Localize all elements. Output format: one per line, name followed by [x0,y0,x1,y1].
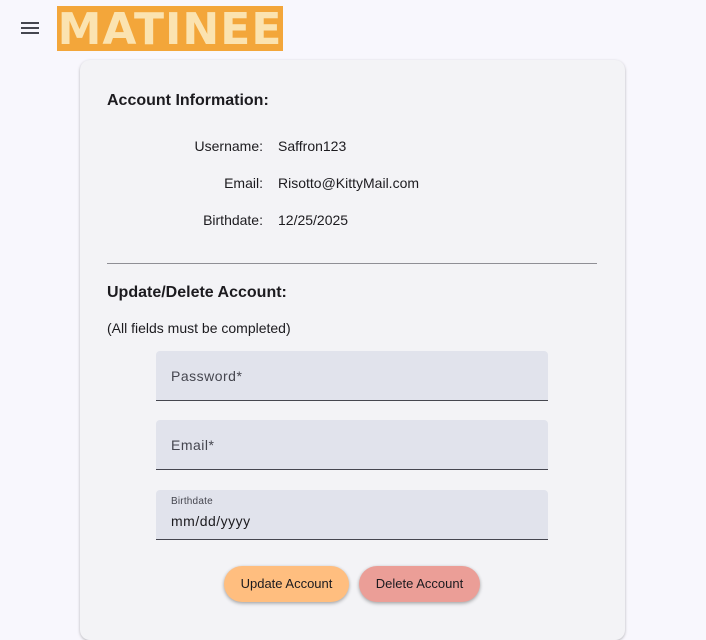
account-information-title: Account Information: [107,92,269,109]
required-fields-note: (All fields must be completed) [107,320,291,336]
email-input[interactable] [156,420,548,469]
hamburger-menu-icon [21,22,39,34]
password-field[interactable] [156,351,548,401]
email-field[interactable] [156,420,548,470]
birthdate-field-label: Birthdate [171,496,213,507]
password-input[interactable] [156,351,548,400]
update-account-button[interactable]: Update Account [224,566,349,602]
username-row: Username: Saffron123 [80,138,625,158]
birthdate-row: Birthdate: 12/25/2025 [80,212,625,232]
email-value: Risotto@KittyMail.com [278,175,420,191]
email-row: Email: Risotto@KittyMail.com [80,175,625,195]
email-label: Email: [224,175,263,191]
matinee-logo[interactable]: MATINEE [57,6,283,51]
delete-account-button[interactable]: Delete Account [359,566,480,602]
logo-text: MATINEE [57,6,283,51]
birthdate-value: 12/25/2025 [278,212,349,228]
birthdate-label: Birthdate: [203,212,263,228]
birthdate-field[interactable]: Birthdate mm/dd/yyyy [156,490,548,540]
birthdate-field-value[interactable]: mm/dd/yyyy [171,513,251,529]
menu-button[interactable] [18,16,42,40]
username-label: Username: [194,138,263,154]
update-delete-title: Update/Delete Account: [107,284,287,301]
account-card: Account Information: Username: Saffron12… [80,60,625,640]
username-value: Saffron123 [278,138,347,154]
section-divider [107,263,597,264]
